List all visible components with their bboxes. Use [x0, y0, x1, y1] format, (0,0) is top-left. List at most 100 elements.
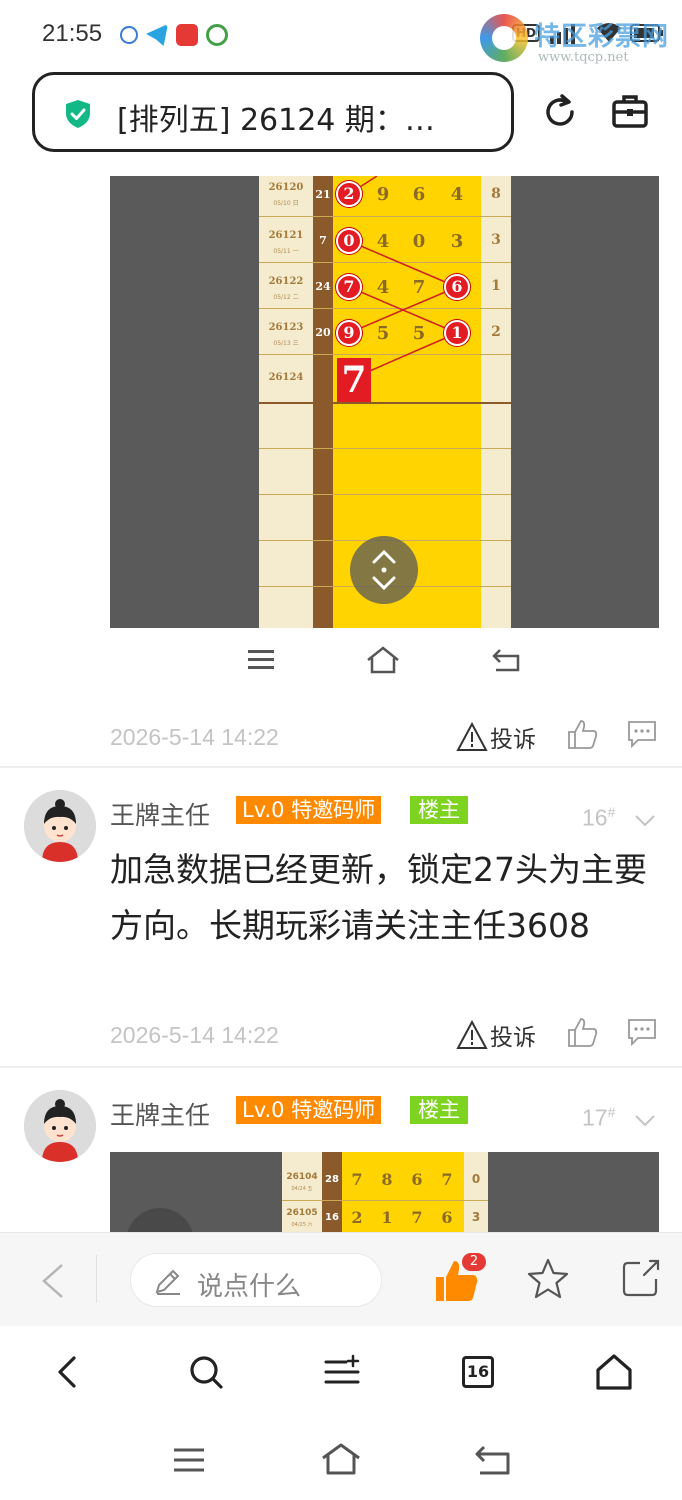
chart-span-value: 24	[315, 280, 331, 293]
chart-issue: 26124	[268, 372, 304, 383]
chart-right-value: 8	[491, 186, 501, 202]
search-icon[interactable]	[186, 1352, 226, 1392]
mobile-carrier-icon	[206, 24, 228, 46]
floor-value: 17	[582, 1104, 608, 1131]
refresh-icon[interactable]	[540, 92, 580, 132]
chart-digit: 7	[412, 277, 426, 298]
post-image[interactable]: 26120 05/10 日 21 2 9 6 4 8 26121 05/11 一…	[110, 176, 659, 628]
chart-span-value: 7	[319, 234, 327, 247]
address-bar[interactable]: [排列五] 26124 期：…	[32, 72, 514, 152]
level-badge: Lv.0 特邀码师	[236, 796, 382, 824]
chart-date: 05/11 一	[273, 248, 299, 255]
chart-digit: 4	[376, 231, 390, 252]
notification-icons	[120, 24, 228, 46]
system-nav-bar	[0, 1420, 682, 1500]
chart-ball: 9	[336, 320, 362, 346]
chart-digit: 4	[450, 184, 464, 205]
menu-icon	[248, 650, 274, 669]
lottery-app-icon	[176, 24, 198, 46]
chart-date: 04/24 五	[291, 1186, 313, 1192]
chart-issue: 26105	[286, 1208, 318, 1218]
embedded-nav-bar	[110, 628, 659, 690]
scroll-handle[interactable]	[350, 536, 418, 604]
separator	[96, 1255, 97, 1303]
like-icon[interactable]	[566, 718, 598, 750]
like-count-badge: 2	[462, 1253, 486, 1271]
chart-right-value: 0	[471, 1172, 481, 1186]
scroll-handle[interactable]	[126, 1208, 194, 1232]
chart-issue: 26121	[268, 230, 304, 241]
chevron-left-icon[interactable]	[38, 1261, 68, 1301]
chart-ball: 2	[336, 181, 362, 207]
chart-date: 05/13 三	[273, 340, 299, 347]
chart-date: 05/12 二	[273, 294, 299, 301]
home-icon[interactable]	[594, 1352, 634, 1392]
complain-button[interactable]: 投诉	[456, 1018, 536, 1052]
comment-icon[interactable]	[626, 1016, 658, 1048]
star-icon[interactable]	[526, 1257, 570, 1301]
chart-right-value: 3	[491, 232, 501, 248]
author-name[interactable]: 王牌主任	[110, 796, 210, 832]
complain-label: 投诉	[490, 1025, 536, 1051]
chart-digit: 9	[376, 184, 390, 205]
watermark-url: www.tqcp.net	[538, 50, 629, 65]
comment-icon[interactable]	[626, 718, 658, 750]
telegram-icon	[146, 24, 168, 46]
owner-badge: 楼主	[410, 796, 468, 824]
address-bar-row: [排列五] 26124 期：…	[0, 72, 682, 172]
toolbox-icon[interactable]	[610, 92, 650, 132]
home-icon[interactable]	[320, 1442, 362, 1476]
chart-digit: 5	[412, 323, 426, 344]
scroll-arrows-icon	[372, 549, 396, 591]
chart-span-value: 16	[325, 1212, 339, 1223]
chart-right-value: 3	[471, 1210, 481, 1224]
avatar[interactable]	[24, 1090, 96, 1162]
share-icon[interactable]	[620, 1257, 662, 1299]
chart-digit: 6	[412, 184, 426, 205]
comment-placeholder: 说点什么	[197, 1272, 302, 1302]
complain-button[interactable]: 投诉	[456, 720, 536, 754]
trend-chart-image: 26104 04/24 五 28 7 8 6 7 0 26105 04/25 六…	[282, 1152, 488, 1232]
chart-digit: 1	[381, 1208, 393, 1227]
post-content: 加急数据已经更新，锁定27头为主要方向。长期玩彩请关注主任3608	[110, 850, 647, 945]
like-icon[interactable]	[566, 1016, 598, 1048]
comment-input[interactable]: 说点什么	[130, 1253, 382, 1307]
chart-digit: 7	[351, 1170, 363, 1189]
avatar[interactable]	[24, 790, 96, 862]
avatar-illustration	[24, 790, 96, 862]
complain-label: 投诉	[490, 727, 536, 753]
chart-digit: 5	[376, 323, 390, 344]
post-image[interactable]: 26104 04/24 五 28 7 8 6 7 0 26105 04/25 六…	[110, 1152, 659, 1232]
chevron-down-icon[interactable]	[634, 1114, 656, 1128]
reply-bar: 说点什么 2	[0, 1232, 682, 1326]
chart-date: 05/10 日	[273, 200, 299, 207]
chart-ball: 1	[444, 320, 470, 346]
chart-ball: 6	[444, 274, 470, 300]
chart-issue: 26104	[286, 1172, 318, 1182]
chevron-down-icon[interactable]	[634, 814, 656, 828]
page-title: [排列五] 26124 期：…	[117, 103, 435, 138]
floor-number: 16#	[582, 804, 615, 832]
back-icon[interactable]	[48, 1352, 88, 1392]
app-notification-icon	[120, 26, 138, 44]
chart-issue: 26120	[268, 182, 304, 193]
floor-value: 16	[582, 804, 608, 831]
chart-digit: 8	[381, 1170, 393, 1189]
chart-issue-column	[282, 1152, 322, 1232]
chart-right-value: 1	[491, 278, 501, 294]
warning-icon	[456, 1020, 488, 1049]
home-icon	[367, 646, 399, 674]
chart-current-digit: 7	[337, 358, 371, 402]
chart-digit: 2	[351, 1208, 363, 1227]
chart-ball: 7	[336, 274, 362, 300]
status-bar: 21:55 HD 特区彩票网 www.tqcp.net	[0, 0, 682, 70]
chart-digit: 3	[450, 231, 464, 252]
back-icon[interactable]	[474, 1444, 512, 1476]
watermark: 特区彩票网 www.tqcp.net	[480, 8, 670, 70]
tabs-button[interactable]: 16	[462, 1356, 494, 1388]
chart-digit: 7	[441, 1170, 453, 1189]
post-time: 2026-5-14 14:22	[110, 724, 279, 750]
author-name[interactable]: 王牌主任	[110, 1096, 210, 1132]
menu-sparkle-icon[interactable]	[322, 1352, 362, 1392]
menu-icon[interactable]	[172, 1446, 206, 1474]
